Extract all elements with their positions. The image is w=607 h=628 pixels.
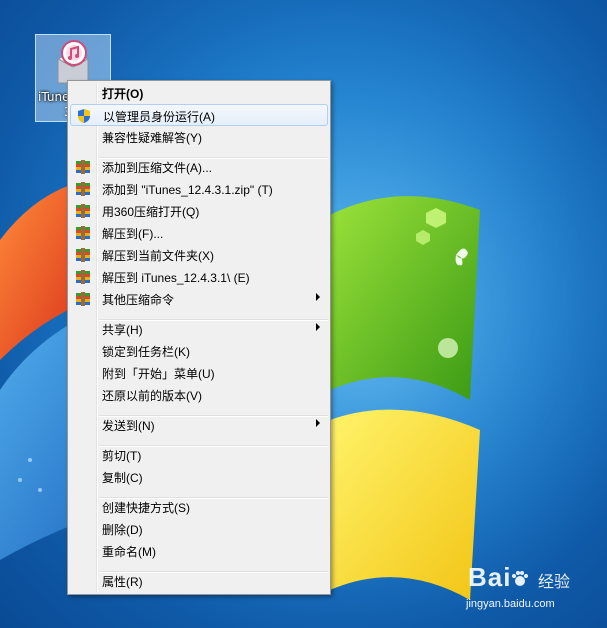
archive-icon (75, 247, 91, 263)
menu-item-label: 用360压缩打开(Q) (102, 205, 200, 219)
menu-item-label: 附到「开始」菜单(U) (102, 367, 215, 381)
menu-item[interactable]: 重命名(M) (70, 540, 328, 562)
menu-item-label: 共享(H) (102, 323, 143, 337)
menu-item-label: 以管理员身份运行(A) (103, 110, 215, 124)
menu-item[interactable]: 锁定到任务栏(K) (70, 340, 328, 362)
menu-item-label: 解压到(F)... (102, 227, 164, 241)
menu-item[interactable]: 还原以前的版本(V) (70, 384, 328, 406)
menu-item[interactable]: 创建快捷方式(S) (70, 496, 328, 518)
menu-item-label: 删除(D) (102, 523, 143, 537)
menu-item[interactable]: 兼容性疑难解答(Y) (70, 126, 328, 148)
submenu-arrow-icon (316, 323, 320, 331)
menu-separator (99, 319, 328, 321)
archive-icon (75, 291, 91, 307)
menu-separator (99, 497, 328, 499)
menu-item[interactable]: 以管理员身份运行(A) (70, 104, 328, 126)
menu-item[interactable]: 复制(C) (70, 466, 328, 488)
menu-item[interactable]: 发送到(N) (70, 414, 328, 436)
menu-item[interactable]: 打开(O) (70, 82, 328, 104)
menu-separator (99, 415, 328, 417)
archive-icon (75, 159, 91, 175)
menu-item-label: 剪切(T) (102, 449, 142, 463)
paw-icon (512, 571, 529, 587)
menu-item-label: 创建快捷方式(S) (102, 501, 190, 515)
menu-item[interactable]: 添加到压缩文件(A)... (70, 156, 328, 178)
submenu-arrow-icon (316, 293, 320, 301)
menu-item[interactable]: 删除(D) (70, 518, 328, 540)
menu-item-label: 解压到 iTunes_12.4.3.1\ (E) (102, 271, 250, 285)
jingyan-text: 经验 (538, 572, 571, 591)
context-menu: 打开(O) 以管理员身份运行(A) 兼容性疑难解答(Y) 添加到压缩文件(A)... 添… (67, 80, 331, 595)
menu-item[interactable]: 剪切(T) (70, 444, 328, 466)
submenu-arrow-icon (316, 419, 320, 427)
baidu-jingyan-watermark: Bai 经验 jingyan.baidu.com (466, 562, 606, 622)
menu-separator (99, 157, 328, 159)
menu-item-label: 解压到当前文件夹(X) (102, 249, 214, 263)
baidu-logo: Bai (468, 562, 529, 593)
archive-icon (75, 269, 91, 285)
menu-item-label: 复制(C) (102, 471, 143, 485)
archive-icon (75, 181, 91, 197)
menu-separator (99, 571, 328, 573)
archive-icon (75, 203, 91, 219)
menu-item-label: 属性(R) (102, 575, 143, 589)
menu-item-label: 添加到 "iTunes_12.4.3.1.zip" (T) (102, 183, 273, 197)
jingyan-url: jingyan.baidu.com (466, 598, 555, 610)
menu-item[interactable]: 解压到当前文件夹(X) (70, 244, 328, 266)
menu-item[interactable]: 添加到 "iTunes_12.4.3.1.zip" (T) (70, 178, 328, 200)
menu-item[interactable]: 附到「开始」菜单(U) (70, 362, 328, 384)
menu-item-label: 打开(O) (102, 87, 144, 101)
menu-item-label: 锁定到任务栏(K) (102, 345, 190, 359)
menu-item-label: 兼容性疑难解答(Y) (102, 131, 202, 145)
archive-icon (75, 225, 91, 241)
menu-item[interactable]: 解压到(F)... (70, 222, 328, 244)
menu-separator (99, 445, 328, 447)
menu-item-label: 添加到压缩文件(A)... (102, 161, 212, 175)
menu-item-label: 重命名(M) (102, 545, 156, 559)
menu-item[interactable]: 属性(R) (70, 570, 328, 592)
menu-item[interactable]: 解压到 iTunes_12.4.3.1\ (E) (70, 266, 328, 288)
menu-item[interactable]: 用360压缩打开(Q) (70, 200, 328, 222)
menu-item-label: 其他压缩命令 (102, 293, 175, 307)
uac-shield-icon (76, 108, 92, 124)
menu-item[interactable]: 其他压缩命令 (70, 288, 328, 310)
menu-item[interactable]: 共享(H) (70, 318, 328, 340)
menu-item-label: 发送到(N) (102, 419, 155, 433)
menu-item-label: 还原以前的版本(V) (102, 389, 202, 403)
